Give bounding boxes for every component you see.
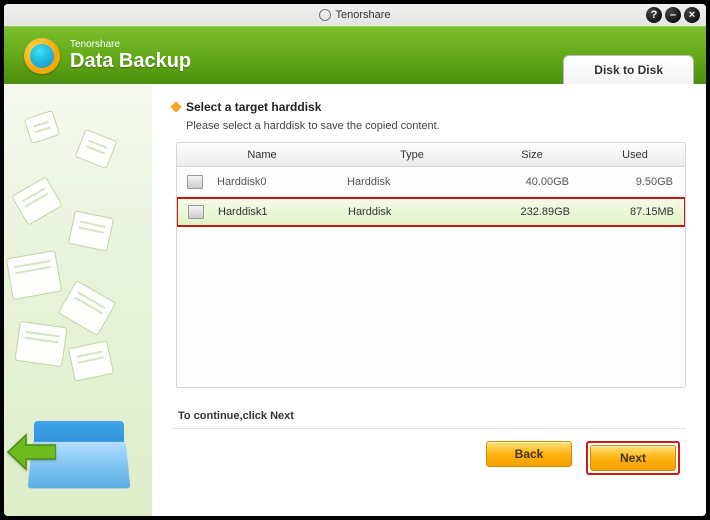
continue-hint: To continue,click Next — [178, 410, 686, 422]
section-title-text: Select a target harddisk — [186, 100, 321, 114]
col-used[interactable]: Used — [587, 149, 683, 161]
col-type[interactable]: Type — [347, 149, 477, 161]
disk-name: Harddisk1 — [218, 206, 348, 218]
main-panel: Select a target harddisk Please select a… — [152, 84, 706, 516]
section-title: Select a target harddisk — [172, 100, 686, 114]
app-title: Tenorshare — [335, 9, 390, 21]
col-name[interactable]: Name — [177, 149, 347, 161]
paper-icon — [68, 340, 114, 382]
col-size[interactable]: Size — [477, 149, 587, 161]
paper-icon — [14, 321, 67, 367]
sidebar-illustration — [4, 84, 152, 516]
disk-type: Harddisk — [347, 176, 477, 188]
paper-icon — [24, 110, 61, 144]
close-button[interactable]: × — [684, 7, 700, 23]
next-highlight: Next — [586, 441, 680, 475]
paper-icon — [75, 129, 118, 170]
disk-size: 232.89GB — [478, 206, 588, 218]
tab-disk-to-disk[interactable]: Disk to Disk — [563, 55, 694, 84]
product-name: Data Backup — [70, 50, 191, 73]
section-subtitle: Please select a harddisk to save the cop… — [186, 120, 686, 132]
paper-icon — [6, 250, 63, 300]
bullet-icon — [170, 101, 181, 112]
brand-name: Tenorshare — [70, 39, 191, 50]
app-window: Tenorshare ? – × Tenorshare Data Backup … — [0, 0, 710, 520]
disk-used: 9.50GB — [587, 176, 683, 188]
product-icon — [24, 38, 60, 74]
titlebar: Tenorshare ? – × — [4, 4, 706, 26]
paper-icon — [68, 210, 114, 252]
header: Tenorshare Data Backup Disk to Disk — [4, 26, 706, 84]
minimize-button[interactable]: – — [665, 7, 681, 23]
disk-type: Harddisk — [348, 206, 478, 218]
disk-table: Name Type Size Used Harddisk0 Harddisk 4… — [176, 142, 686, 388]
table-row[interactable]: Harddisk0 Harddisk 40.00GB 9.50GB — [177, 167, 685, 197]
paper-icon — [11, 176, 63, 225]
button-bar: Back Next — [172, 441, 686, 475]
next-button[interactable]: Next — [590, 445, 676, 471]
back-button[interactable]: Back — [486, 441, 572, 467]
harddisk-icon — [187, 175, 203, 189]
table-header: Name Type Size Used — [177, 143, 685, 167]
table-row-selected[interactable]: Harddisk1 Harddisk 232.89GB 87.15MB — [176, 197, 686, 227]
disk-used: 87.15MB — [588, 206, 684, 218]
tenorshare-logo-icon — [319, 9, 331, 21]
help-button[interactable]: ? — [646, 7, 662, 23]
disk-name: Harddisk0 — [217, 176, 347, 188]
divider — [172, 428, 686, 429]
disk-size: 40.00GB — [477, 176, 587, 188]
arrow-left-icon — [6, 433, 56, 476]
harddisk-icon — [188, 205, 204, 219]
